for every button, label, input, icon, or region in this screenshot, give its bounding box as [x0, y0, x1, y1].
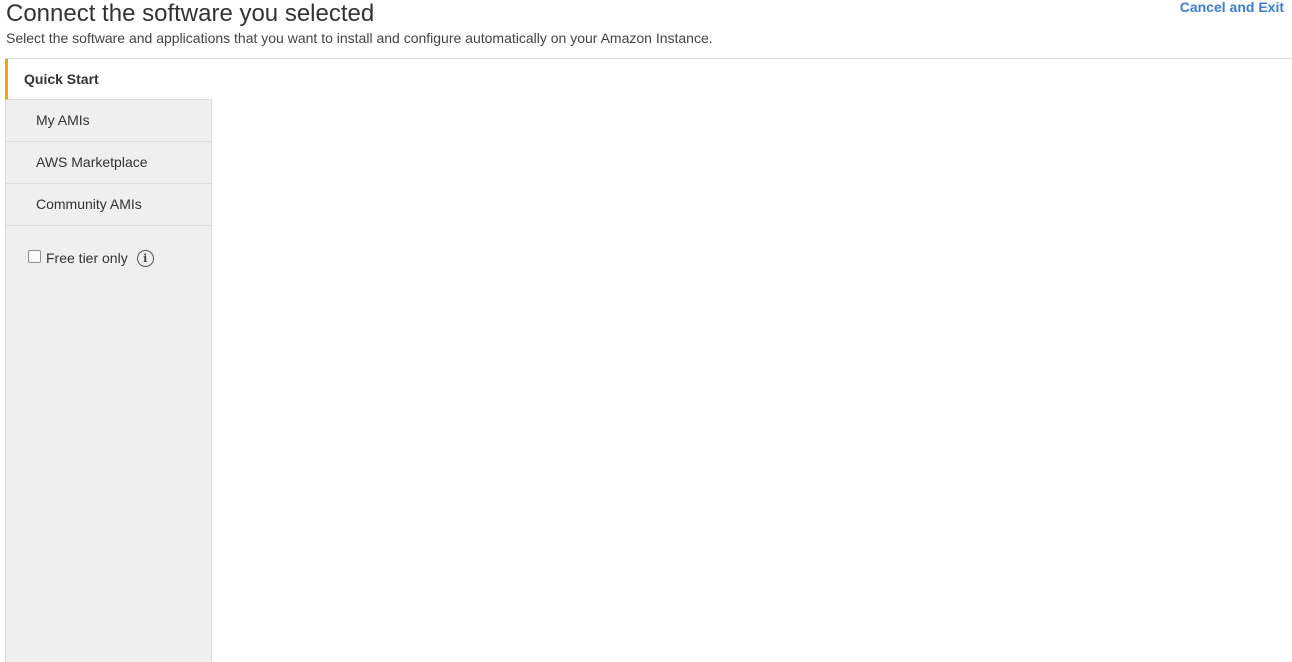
page-header: Connect the software you selected Select… [6, 0, 1176, 47]
sidebar: Quick Start My AMIs AWS Marketplace Comm… [5, 59, 212, 662]
sidebar-item-my-amis[interactable]: My AMIs [6, 100, 211, 142]
free-tier-filter: Free tier only i [6, 248, 211, 267]
sidebar-item-community-amis[interactable]: Community AMIs [6, 184, 211, 226]
cancel-and-exit-link[interactable]: Cancel and Exit [1180, 0, 1284, 14]
free-tier-label[interactable]: Free tier only [46, 250, 128, 266]
page-subtitle: Select the software and applications tha… [6, 30, 713, 46]
page-title: Connect the software you selected [6, 0, 375, 27]
page: Connect the software you selected Select… [0, 0, 1292, 662]
free-tier-checkbox[interactable] [28, 250, 41, 263]
info-icon[interactable]: i [136, 250, 154, 267]
sidebar-item-quick-start[interactable]: Quick Start [5, 59, 212, 100]
sidebar-item-aws-marketplace[interactable]: AWS Marketplace [6, 142, 211, 184]
